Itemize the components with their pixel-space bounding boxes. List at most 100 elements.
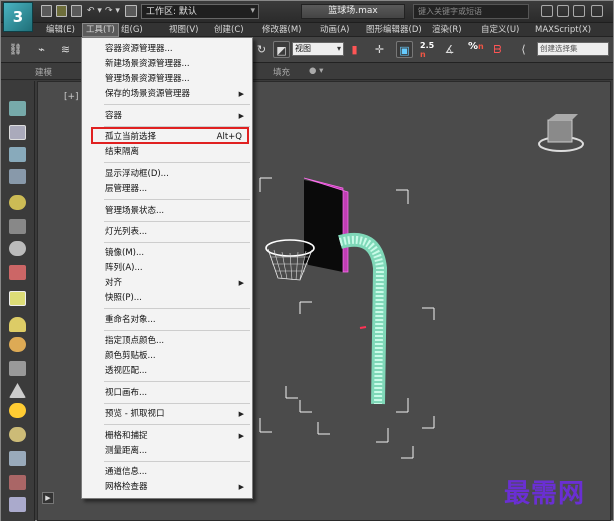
menu-containers[interactable]: 容器 ▶ [82, 109, 252, 123]
menu-create[interactable]: 创建(C) [211, 24, 247, 36]
menu-preview-grab-viewport[interactable]: 预览 - 抓取视口 ▶ [82, 407, 252, 421]
menu-layer-manager[interactable]: 层管理器... [82, 182, 252, 196]
save-file-icon[interactable] [71, 5, 82, 17]
menu-new-scene-explorer[interactable]: 新建场景资源管理器... [82, 57, 252, 71]
reference-coordinate-dropdown[interactable]: 视图 ▾ [292, 42, 344, 56]
snaps-toggle-icon[interactable]: 2.5 n [420, 41, 434, 59]
menu-manage-scene-states[interactable]: 管理场景状态... [82, 204, 252, 218]
menu-bar: 编辑(E) 工具(T) 组(G) 视图(V) 创建(C) 修改器(M) 动画(A… [1, 23, 613, 37]
menu-color-clipboard[interactable]: 颜色剪贴板... [82, 349, 252, 363]
menu-item-label: 对齐 [105, 278, 123, 288]
submenu-arrow-icon: ▶ [238, 483, 244, 491]
particles-icon[interactable] [9, 265, 26, 280]
fx-icon[interactable] [9, 497, 26, 512]
menu-display-floater[interactable]: 显示浮动框(D)... [82, 167, 252, 181]
spinner-snap-icon[interactable]: ᗷ [489, 41, 506, 58]
menu-rename-objects[interactable]: 重命名对象... [82, 313, 252, 327]
menu-measure-distance[interactable]: 测量距离... [82, 444, 252, 458]
play-icon[interactable]: ▶ [42, 492, 54, 504]
menu-group[interactable]: 组(G) [118, 24, 146, 36]
max-window: 3 ↶ ▾ ↷ ▾ 工作区: 默认 ▾ 篮球场.max 键入关键字或短语 编辑(… [0, 0, 614, 521]
ribbon-options-icon[interactable]: ● ▾ [309, 66, 323, 76]
sphere-icon[interactable] [9, 337, 26, 352]
menu-mesh-inspector[interactable]: 网格检查器 ▶ [82, 480, 252, 494]
wave-icon[interactable] [9, 451, 26, 466]
menu-graph-editors[interactable]: 图形编辑器(D) [363, 24, 425, 36]
image-icon[interactable] [9, 125, 26, 140]
cone-icon[interactable] [9, 383, 26, 398]
menu-rendering[interactable]: 渲染(R) [429, 24, 465, 36]
link-icon[interactable]: ⛓ [7, 41, 24, 58]
unlink-icon[interactable]: ⌁ [33, 41, 50, 58]
app-logo-button[interactable]: 3 [3, 2, 33, 32]
grid-icon[interactable] [9, 169, 26, 184]
menu-manage-scene-explorer[interactable]: 管理场景资源管理器... [82, 72, 252, 86]
open-file-icon[interactable] [56, 5, 67, 17]
submenu-arrow-icon: ▶ [238, 90, 244, 98]
menu-snapshot[interactable]: 快照(P)... [82, 291, 252, 305]
menu-saved-scene-explorer[interactable]: 保存的场景资源管理器 ▶ [82, 87, 252, 101]
pivot-icon[interactable]: ▮ [346, 41, 363, 58]
ribbon-tab-modeling[interactable]: 建模 [35, 66, 52, 78]
keyboard-shortcut-override-icon[interactable]: ▣ [396, 41, 413, 58]
menu-edit[interactable]: 编辑(E) [43, 24, 78, 36]
favorites-icon[interactable] [573, 5, 585, 17]
paint-icon[interactable] [9, 475, 26, 490]
rotate-icon[interactable]: ↻ [253, 41, 270, 58]
percent-snap-icon[interactable]: %n [468, 41, 484, 52]
document-icon[interactable] [9, 147, 26, 162]
backboard-panel [304, 180, 343, 272]
menu-align[interactable]: 对齐 ▶ [82, 276, 252, 290]
undo-icon[interactable]: ↶ ▾ [87, 6, 102, 16]
viewcube-top [548, 114, 578, 120]
sun-icon[interactable] [9, 403, 26, 418]
menu-mirror[interactable]: 镜像(M)... [82, 246, 252, 260]
geosphere-icon[interactable] [9, 361, 26, 376]
communication-icon[interactable] [557, 5, 569, 17]
menu-channel-info[interactable]: 通道信息... [82, 465, 252, 479]
project-folder-icon[interactable] [125, 5, 137, 17]
helper-icon[interactable] [9, 219, 26, 234]
title-bar: 3 ↶ ▾ ↷ ▾ 工作区: 默认 ▾ 篮球场.max 键入关键字或短语 [1, 1, 613, 32]
box-icon[interactable] [9, 291, 26, 306]
scale-icon[interactable]: ◩ [273, 41, 290, 58]
menu-light-lister[interactable]: 灯光列表... [82, 225, 252, 239]
menu-perspective-match[interactable]: 透视匹配... [82, 364, 252, 378]
menu-container-explorer[interactable]: 容器资源管理器... [82, 42, 252, 56]
torus-icon[interactable] [9, 427, 26, 442]
ribbon-tab-populate[interactable]: 填充 [273, 66, 290, 78]
hemisphere-icon[interactable] [9, 317, 26, 332]
bind-spacewarp-icon[interactable]: ≋ [57, 41, 74, 58]
camera-icon[interactable] [9, 241, 26, 256]
named-selection-dropdown[interactable]: 创建选择集 [537, 42, 609, 56]
menu-item-label: 预览 - 抓取视口 [105, 409, 165, 419]
new-file-icon[interactable] [41, 5, 52, 17]
binoculars-icon[interactable] [541, 5, 553, 17]
menu-separator [104, 424, 250, 425]
menu-tools[interactable]: 工具(T) [82, 23, 119, 37]
menu-item-label: 容器 [105, 111, 123, 121]
redo-icon[interactable]: ↷ ▾ [105, 6, 120, 16]
teapot-icon[interactable] [9, 101, 26, 116]
menu-end-isolate[interactable]: 结束隔离 [82, 145, 252, 159]
menu-assign-vertex-colors[interactable]: 指定顶点颜色... [82, 334, 252, 348]
workspace-dropdown[interactable]: 工作区: 默认 ▾ [141, 4, 259, 19]
menu-array[interactable]: 阵列(A)... [82, 261, 252, 275]
menu-customize[interactable]: 自定义(U) [478, 24, 522, 36]
chevron-down-icon: ▾ [250, 6, 255, 16]
select-manipulate-icon[interactable]: ✛ [371, 41, 388, 58]
search-input[interactable]: 键入关键字或短语 [413, 4, 529, 19]
menu-viewport-canvas[interactable]: 视口画布... [82, 386, 252, 400]
angle-snap-icon[interactable]: ∡ [441, 41, 458, 58]
light-icon[interactable] [9, 195, 26, 210]
menu-grids-and-snaps[interactable]: 栅格和捕捉 ▶ [82, 429, 252, 443]
menu-animation[interactable]: 动画(A) [317, 24, 352, 36]
menu-maxscript[interactable]: MAXScript(X) [532, 24, 594, 36]
menu-modifiers[interactable]: 修改器(M) [259, 24, 304, 36]
menu-views[interactable]: 视图(V) [166, 24, 201, 36]
help-icon[interactable] [591, 5, 603, 17]
left-command-strip [1, 81, 35, 521]
menu-item-label: 指定顶点颜色... [105, 336, 165, 346]
edit-named-selection-icon[interactable]: ⟨ [515, 41, 532, 58]
selection-bracket-pole [299, 301, 435, 459]
